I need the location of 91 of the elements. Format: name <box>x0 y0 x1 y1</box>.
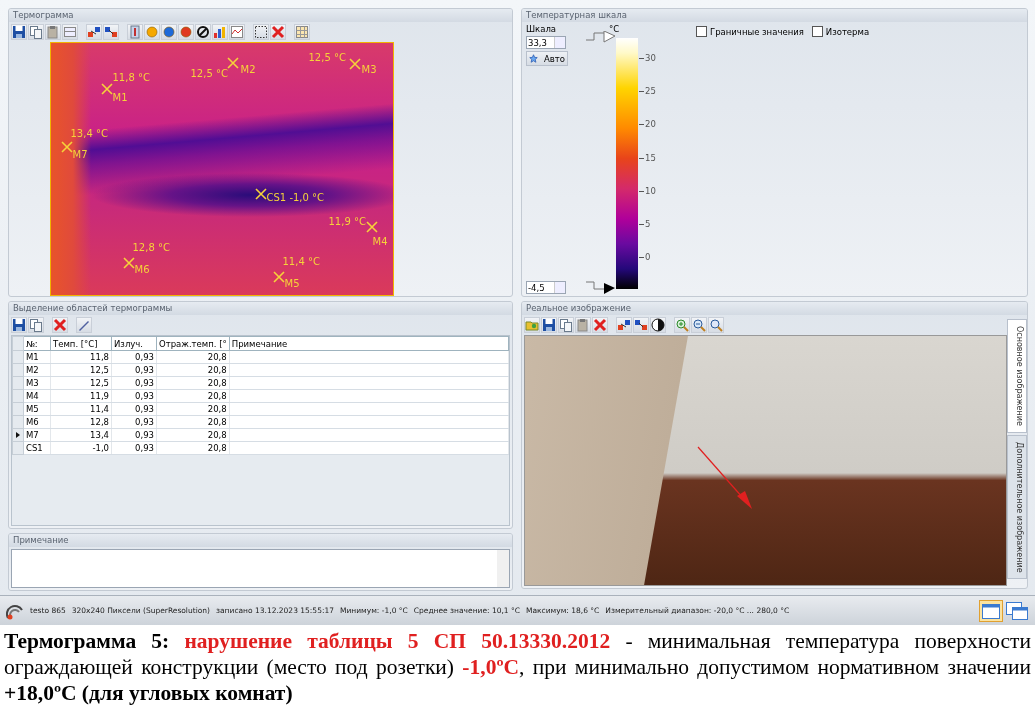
caption-paragraph: Термограмма 5: нарушение таблицы 5 СП 50.13330.2012 - минимальная температура поверхности ограждающей конструкции (место под розетки) -1,0ºC, при минимально допустимом нормативном значении +18,0ºC (для угловых комнат) <box>3 628 1032 706</box>
panel-title: Примечание <box>9 534 512 547</box>
vertical-tab[interactable]: Дополнительное изображение <box>1007 434 1027 580</box>
unit-label: °C <box>609 24 620 34</box>
cross-marker-icon <box>348 58 361 70</box>
circle-icon[interactable] <box>161 24 177 40</box>
cross-marker-icon <box>226 57 239 69</box>
scale-tick-label: 0 <box>639 252 651 262</box>
scale-tick-label: 5 <box>639 218 651 229</box>
column-header[interactable]: №: <box>23 336 51 351</box>
cross-marker-icon <box>100 83 113 95</box>
panel-title: Выделение областей термограммы <box>9 302 512 315</box>
checkbox[interactable] <box>696 26 707 37</box>
column-header[interactable]: Отраж.темп. [° <box>156 336 230 351</box>
marker-reading: 12,5 °C <box>190 69 228 79</box>
marker-name: M6 <box>134 265 150 275</box>
swap-icon[interactable] <box>103 24 119 40</box>
copy-icon[interactable] <box>28 317 44 333</box>
marker-name: M1 <box>112 93 128 103</box>
window-layout-icon[interactable] <box>979 599 1003 622</box>
marker-name: M4 <box>372 237 388 247</box>
marker-label: CS1 -1,0 °C <box>266 193 325 203</box>
marker-reading: 12,8 °C <box>132 243 170 253</box>
window-icon[interactable] <box>62 24 78 40</box>
circle-icon[interactable] <box>144 24 160 40</box>
scale-tick-label: 30 <box>639 53 656 63</box>
checkbox-label: Граничные значения <box>710 26 804 37</box>
scale-tick-label: 25 <box>639 86 656 97</box>
scale-tick-label: 15 <box>639 152 656 163</box>
marker-reading: 11,8 °C <box>112 73 150 83</box>
scale-tick-label: 20 <box>639 119 656 130</box>
paste-icon[interactable] <box>575 317 591 333</box>
delete-icon[interactable] <box>52 317 68 333</box>
panel-title: Реальное изображение <box>522 302 1027 315</box>
circle-icon[interactable] <box>178 24 194 40</box>
histogram-icon[interactable] <box>212 24 228 40</box>
windows-icon[interactable] <box>1005 599 1029 622</box>
max-value-field[interactable]: 33,3 <box>526 36 566 49</box>
contrast-icon[interactable] <box>650 317 666 333</box>
marker-reading: 11,4 °C <box>282 257 320 267</box>
scale-tick-label: 10 <box>639 185 656 196</box>
marker-name: M7 <box>72 150 88 160</box>
star-icon <box>529 53 538 64</box>
graph-icon[interactable] <box>229 24 245 40</box>
save-icon[interactable] <box>541 317 557 333</box>
cross-marker-icon <box>254 188 267 200</box>
column-header[interactable]: Темп. [°C] <box>50 336 112 351</box>
min-slider-handle[interactable] <box>586 280 616 294</box>
panel-title: Термограмма <box>9 9 512 22</box>
grid-icon[interactable] <box>294 24 310 40</box>
cross-marker-icon <box>365 221 378 233</box>
panel-title: Температурная шкала <box>522 9 1027 22</box>
zoom-out-icon[interactable] <box>691 317 707 333</box>
swap-icon[interactable] <box>616 317 632 333</box>
row-header[interactable] <box>12 428 24 442</box>
scrollbar[interactable] <box>497 550 509 587</box>
max-slider-handle[interactable] <box>586 31 616 45</box>
scale-label: Шкала <box>526 24 558 34</box>
marker-name: M3 <box>361 65 377 75</box>
zoom-icon[interactable] <box>708 317 724 333</box>
selection-icon[interactable] <box>253 24 269 40</box>
delete-icon[interactable] <box>270 24 286 40</box>
column-header[interactable]: Излуч. <box>111 336 157 351</box>
checkbox[interactable] <box>811 26 823 37</box>
swap-icon[interactable] <box>633 317 649 333</box>
marker-reading: 13,4 °C <box>70 129 108 139</box>
marker-reading: 11,9 °C <box>328 217 366 227</box>
marker-name: M2 <box>240 65 256 75</box>
vertical-tab[interactable]: Основное изображение <box>1007 319 1027 433</box>
swap-icon[interactable] <box>86 24 102 40</box>
checkbox-label: Изотерма <box>825 26 870 37</box>
prohibited-icon[interactable] <box>195 24 211 40</box>
save-icon[interactable] <box>11 317 27 333</box>
save-icon[interactable] <box>11 24 27 40</box>
arrow-annotation <box>697 446 753 510</box>
min-value-field[interactable]: -4,5 <box>526 281 566 294</box>
cross-marker-icon <box>122 257 135 269</box>
copy-icon[interactable] <box>28 24 44 40</box>
pen-icon[interactable] <box>76 317 92 333</box>
note-field[interactable] <box>11 549 510 588</box>
paste-icon[interactable] <box>45 24 61 40</box>
copy-icon[interactable] <box>558 317 574 333</box>
cross-marker-icon <box>60 141 73 153</box>
marker-reading: 12,5 °C <box>308 53 346 63</box>
thermometer-icon[interactable] <box>127 24 143 40</box>
cross-marker-icon <box>272 271 285 283</box>
column-header[interactable]: Примечание <box>229 336 509 351</box>
delete-icon[interactable] <box>592 317 608 333</box>
zoom-in-icon[interactable] <box>674 317 690 333</box>
auto-button[interactable]: Авто <box>526 51 568 66</box>
marker-name: M5 <box>284 279 300 289</box>
